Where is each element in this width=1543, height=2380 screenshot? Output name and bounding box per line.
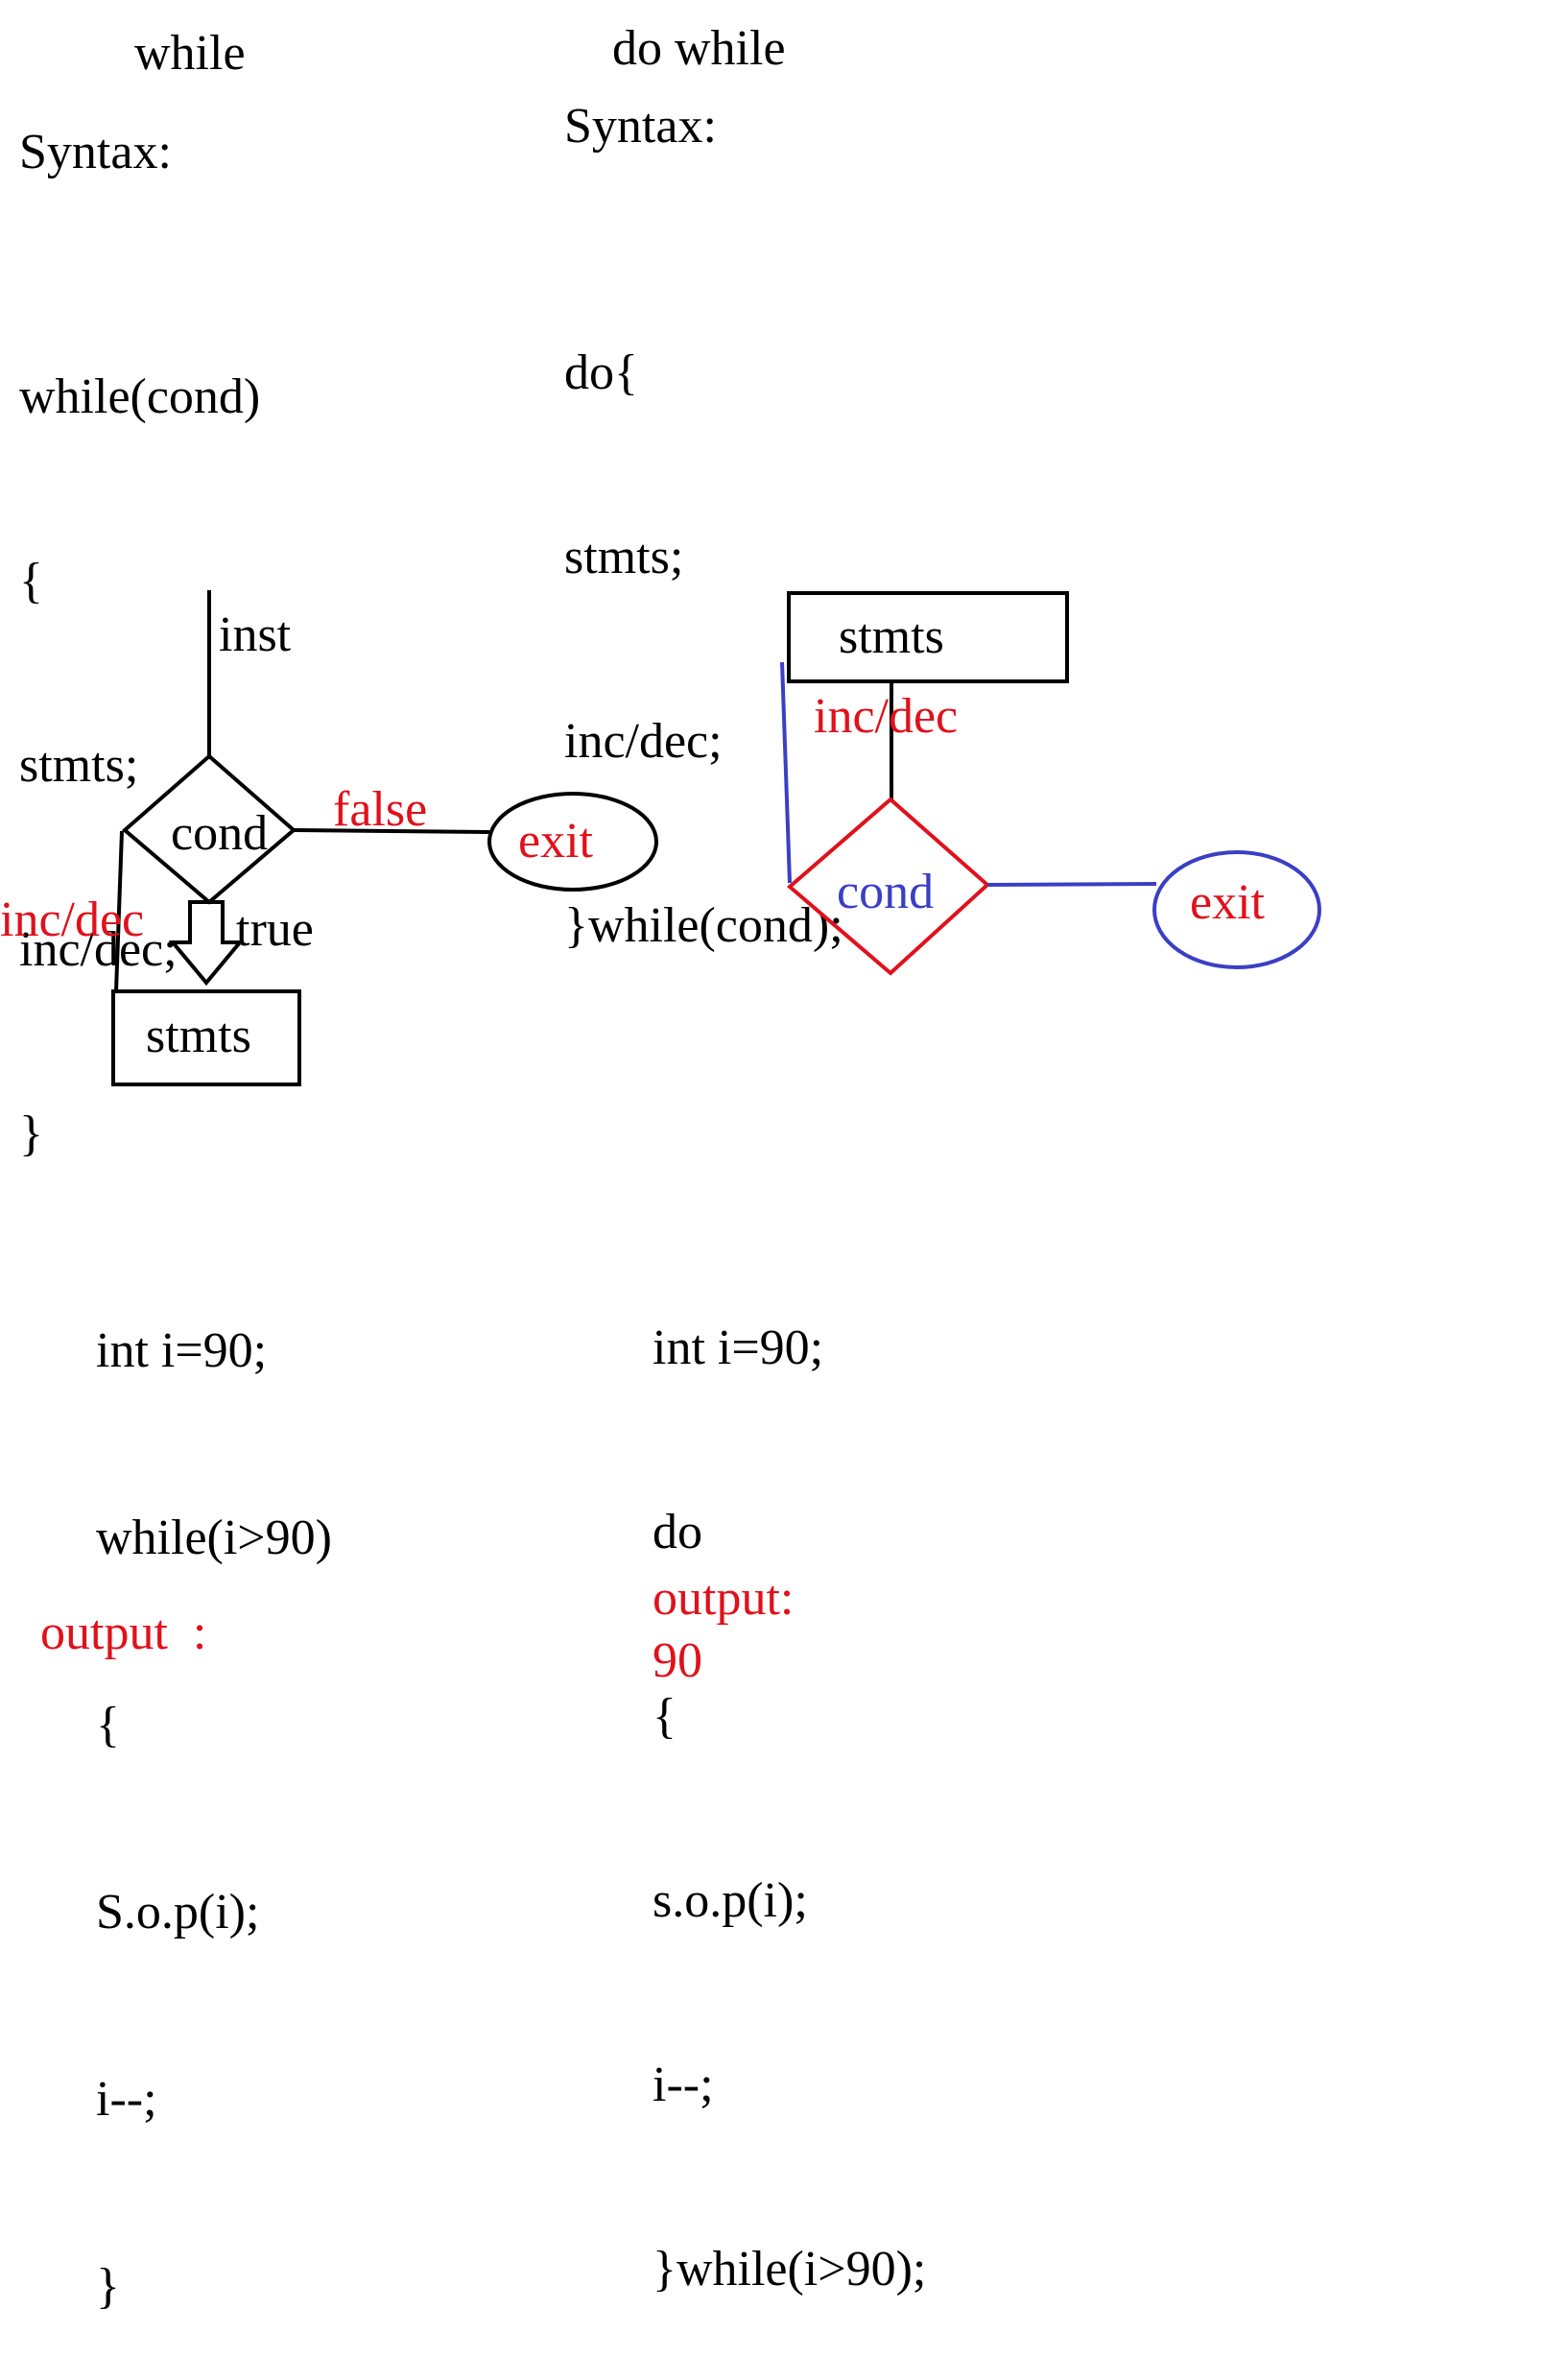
do-while-exit-line <box>986 882 1157 887</box>
while-false-label: false <box>333 782 427 837</box>
while-example-line: } <box>96 2259 120 2314</box>
loop-comparison-page: { "while_section": { "heading": "while",… <box>0 0 1543 2314</box>
do-while-output-value: 90 <box>653 1633 702 1688</box>
do-while-example-line: do <box>653 1505 702 1559</box>
while-example-line: while(i>90) <box>96 1511 332 1565</box>
while-true-arrow <box>168 900 245 987</box>
do-while-example-line: s.o.p(i); <box>653 1873 808 1928</box>
while-example-line: S.o.p(i); <box>96 1885 260 1940</box>
while-example-line: int i=90; <box>96 1323 268 1378</box>
while-incdec-label: inc/dec <box>0 892 144 947</box>
do-while-incdec-label: inc/dec <box>814 689 958 744</box>
while-true-label: true <box>236 902 314 957</box>
do-while-example-line: i--; <box>653 2058 714 2112</box>
do-while-flowchart: stmts inc/dec cond exit <box>780 591 1321 976</box>
while-output-label: output : <box>40 1606 207 1660</box>
while-exit-label: exit <box>518 814 594 869</box>
while-example-line: i--; <box>96 2072 157 2127</box>
do-while-stmts-label: stmts <box>839 609 944 664</box>
do-while-example-line: int i=90; <box>653 1321 824 1375</box>
while-flowchart: inst cond false exit true stmts inc/dec <box>0 590 658 1086</box>
while-example-code: int i=90; while(i>90) { S.o.p(i); i--; } <box>96 1195 332 2380</box>
do-while-exit-label: exit <box>1190 875 1266 930</box>
do-while-example-code: int i=90; do { s.o.p(i); i--; }while(i>9… <box>653 1195 926 2362</box>
do-while-cond-label: cond <box>837 865 934 919</box>
do-while-example-line: }while(i>90); <box>653 2242 927 2297</box>
while-example-line: { <box>96 1698 120 1752</box>
while-cond-label: cond <box>171 806 268 861</box>
do-while-example-line: { <box>653 1689 677 1744</box>
while-inst-label: inst <box>219 607 292 662</box>
do-while-loop-back-line <box>780 661 792 884</box>
while-stmts-label: stmts <box>146 1009 251 1063</box>
do-while-output-label: output: <box>653 1571 795 1626</box>
